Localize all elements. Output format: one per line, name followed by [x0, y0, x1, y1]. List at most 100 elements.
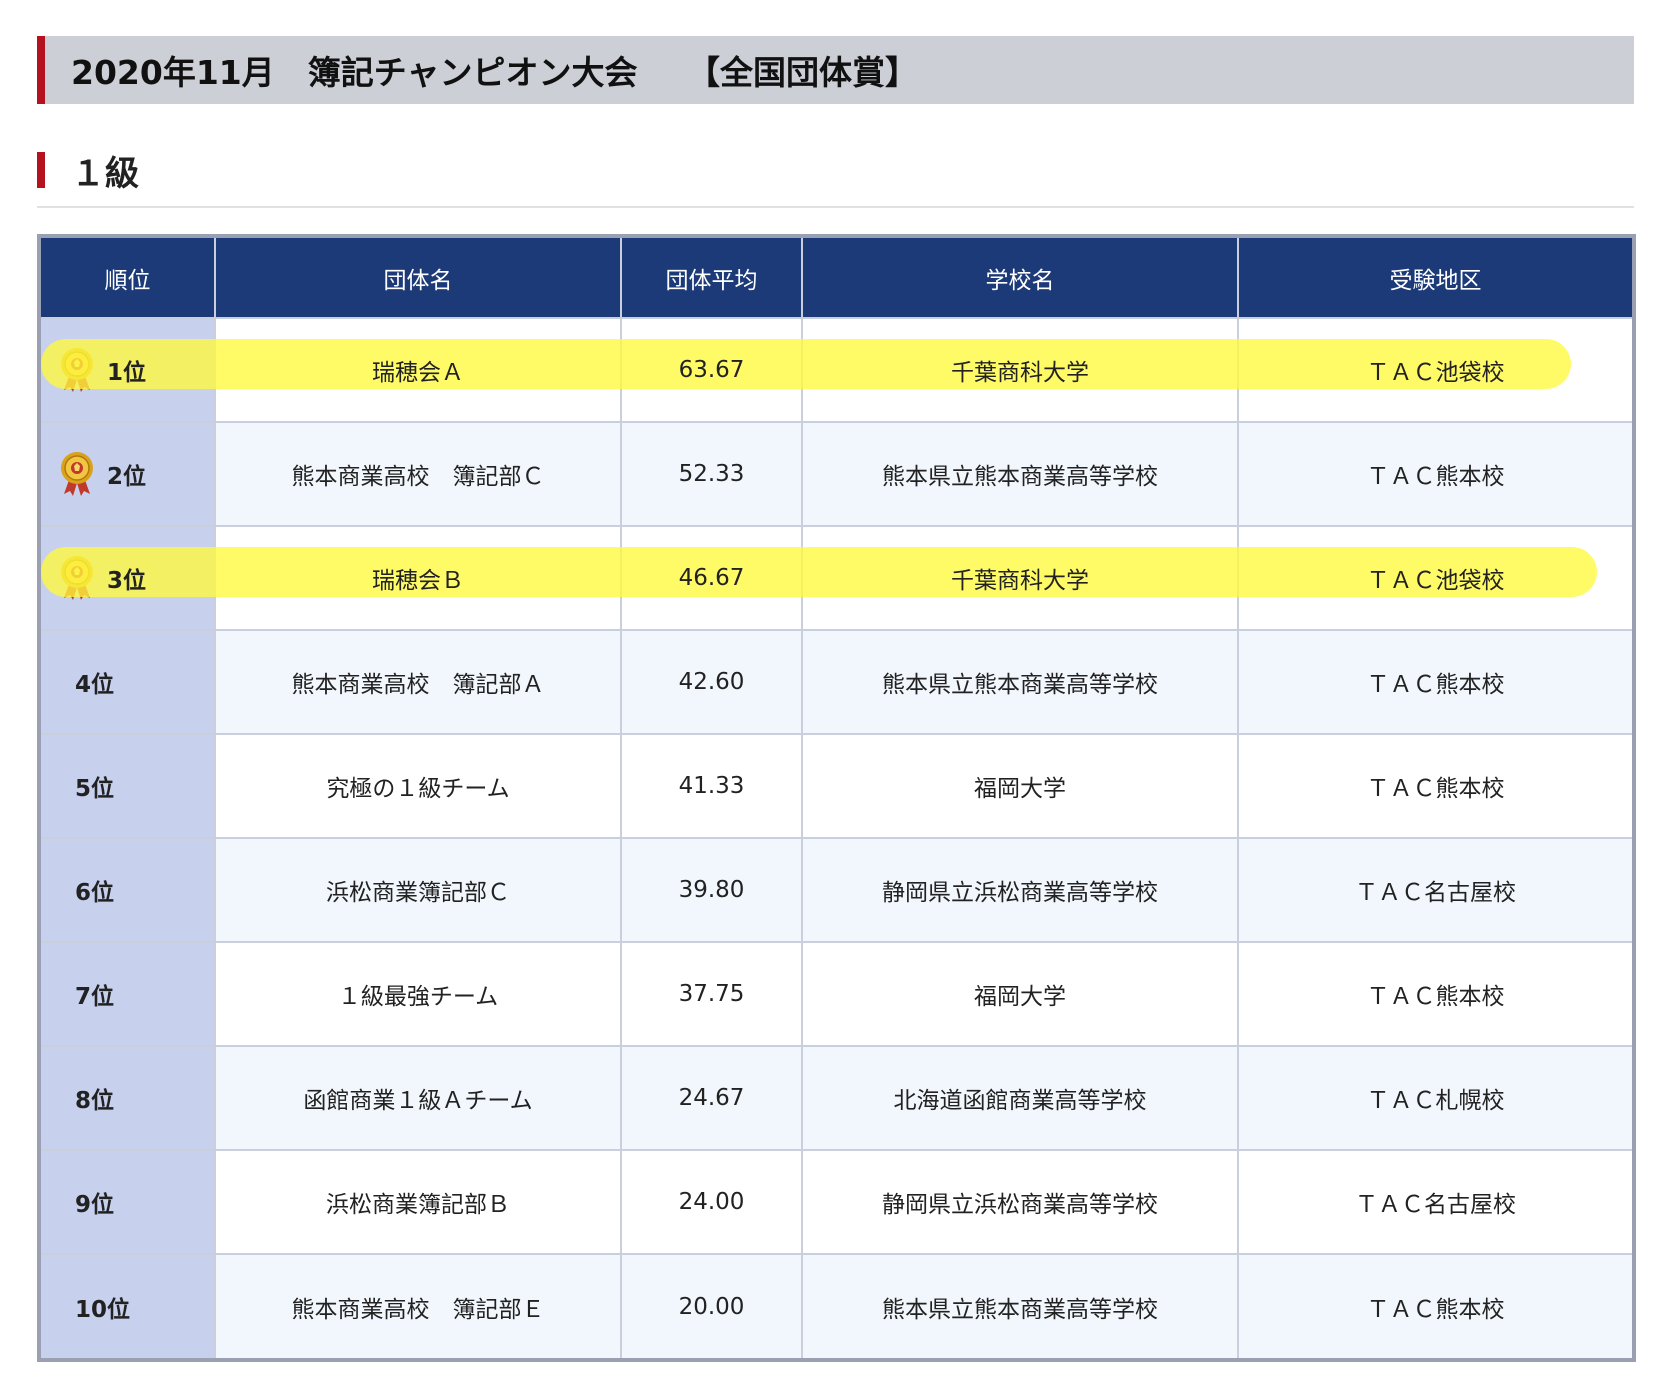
exam-area-text: ＴＡＣ名古屋校: [1355, 880, 1516, 906]
team-name-text: 浜松商業簿記部Ｂ: [326, 1192, 510, 1218]
school-name-cell: 千葉商科大学: [802, 317, 1239, 422]
rank-label: 2位: [107, 464, 147, 490]
exam-area-text: ＴＡＣ名古屋校: [1355, 1192, 1516, 1218]
table-header-row: 順位 団体名 団体平均 学校名 受験地区: [41, 238, 1632, 318]
section-heading: １級: [37, 152, 139, 194]
team-name-cell: 熊本商業高校 簿記部Ｅ: [215, 1253, 622, 1358]
school-name-cell: 福岡大学: [802, 733, 1239, 838]
school-name-text: 静岡県立浜松商業高等学校: [882, 880, 1158, 906]
table-row: 1位 瑞穂会Ａ 63.67 千葉商科大学 ＴＡＣ池袋校: [41, 317, 1632, 422]
team-average-text: 39.80: [678, 877, 745, 903]
gold-medal-icon: [59, 346, 95, 392]
team-name-text: 熊本商業高校 簿記部Ｃ: [291, 464, 545, 490]
exam-area-cell: ＴＡＣ熊本校: [1238, 421, 1632, 526]
rank-label: 3位: [107, 568, 147, 594]
school-name-text: 熊本県立熊本商業高等学校: [882, 1296, 1158, 1323]
rank-cell: 8位: [41, 1045, 216, 1150]
exam-area-cell: ＴＡＣ熊本校: [1238, 1253, 1632, 1358]
team-average-text: 46.67: [678, 565, 745, 591]
team-name-text: 瑞穂会Ｂ: [372, 568, 464, 594]
team-average-cell: 37.75: [621, 941, 803, 1046]
page-title: 2020年11月 簿記チャンピオン大会 【全国団体賞】: [37, 36, 1634, 104]
exam-area-cell: ＴＡＣ熊本校: [1238, 733, 1632, 838]
school-name-text: 静岡県立浜松商業高等学校: [882, 1192, 1158, 1218]
rank-label: 9位: [75, 1192, 115, 1218]
team-average-text: 20.00: [678, 1293, 745, 1320]
table-row: 9位 浜松商業簿記部Ｂ 24.00 静岡県立浜松商業高等学校 ＴＡＣ名古屋校: [41, 1149, 1632, 1254]
table-row: 2位 熊本商業高校 簿記部Ｃ 52.33 熊本県立熊本商業高等学校 ＴＡＣ熊本校: [41, 421, 1632, 526]
rank-cell: 3位: [41, 525, 216, 630]
table-row: 6位 浜松商業簿記部Ｃ 39.80 静岡県立浜松商業高等学校 ＴＡＣ名古屋校: [41, 837, 1632, 942]
exam-area-cell: ＴＡＣ名古屋校: [1238, 837, 1632, 942]
rank-label: 1位: [107, 360, 147, 386]
school-name-text: 千葉商科大学: [951, 568, 1089, 594]
school-name-cell: 熊本県立熊本商業高等学校: [802, 629, 1239, 734]
team-average-text: 52.33: [678, 461, 745, 487]
school-name-text: 熊本県立熊本商業高等学校: [882, 672, 1158, 698]
school-name-text: 福岡大学: [974, 776, 1066, 802]
team-name-cell: 函館商業１級Ａチーム: [215, 1045, 622, 1150]
team-average-cell: 24.00: [621, 1149, 803, 1254]
exam-area-cell: ＴＡＣ池袋校: [1238, 317, 1632, 422]
team-name-cell: 瑞穂会Ｂ: [215, 525, 622, 630]
rank-label: 7位: [75, 984, 115, 1010]
school-name-cell: 福岡大学: [802, 941, 1239, 1046]
exam-area-text: ＴＡＣ池袋校: [1366, 568, 1505, 594]
header-exam-area: 受験地区: [1238, 238, 1632, 318]
rank-label: 10位: [75, 1296, 131, 1323]
team-name-text: 熊本商業高校 簿記部Ａ: [291, 672, 545, 698]
header-school-name: 学校名: [802, 238, 1239, 318]
rank-cell: 5位: [41, 733, 216, 838]
team-average-cell: 52.33: [621, 421, 803, 526]
header-rank: 順位: [41, 238, 216, 318]
school-name-text: 千葉商科大学: [951, 360, 1089, 386]
team-name-cell: 究極の１級チーム: [215, 733, 622, 838]
table-row: 10位 熊本商業高校 簿記部Ｅ 20.00 熊本県立熊本商業高等学校 ＴＡＣ熊本校: [41, 1253, 1632, 1358]
table-row: 3位 瑞穂会Ｂ 46.67 千葉商科大学 ＴＡＣ池袋校: [41, 525, 1632, 630]
team-name-cell: 瑞穂会Ａ: [215, 317, 622, 422]
exam-area-text: ＴＡＣ札幌校: [1366, 1088, 1505, 1114]
table-row: 7位 １級最強チーム 37.75 福岡大学 ＴＡＣ熊本校: [41, 941, 1632, 1046]
team-name-cell: 熊本商業高校 簿記部Ａ: [215, 629, 622, 734]
school-name-cell: 静岡県立浜松商業高等学校: [802, 1149, 1239, 1254]
team-average-text: 37.75: [678, 981, 745, 1007]
team-average-cell: 41.33: [621, 733, 803, 838]
school-name-text: 北海道函館商業高等学校: [893, 1088, 1147, 1114]
team-average-cell: 20.00: [621, 1253, 803, 1358]
team-average-cell: 24.67: [621, 1045, 803, 1150]
rank-cell: 1位: [41, 317, 216, 422]
school-name-text: 福岡大学: [974, 984, 1066, 1010]
team-name-text: 熊本商業高校 簿記部Ｅ: [291, 1296, 545, 1323]
exam-area-text: ＴＡＣ熊本校: [1366, 776, 1505, 802]
rank-cell: 7位: [41, 941, 216, 1046]
exam-area-cell: ＴＡＣ池袋校: [1238, 525, 1632, 630]
rank-label: 5位: [75, 776, 115, 802]
school-name-cell: 熊本県立熊本商業高等学校: [802, 421, 1239, 526]
section-divider: [37, 206, 1634, 208]
rank-label: 8位: [75, 1088, 115, 1114]
team-average-cell: 39.80: [621, 837, 803, 942]
exam-area-text: ＴＡＣ熊本校: [1366, 672, 1505, 698]
team-average-text: 24.67: [678, 1085, 745, 1111]
team-name-cell: 浜松商業簿記部Ｂ: [215, 1149, 622, 1254]
team-name-cell: 浜松商業簿記部Ｃ: [215, 837, 622, 942]
team-name-text: １級最強チーム: [337, 984, 499, 1010]
exam-area-text: ＴＡＣ熊本校: [1366, 984, 1505, 1010]
page: 2020年11月 簿記チャンピオン大会 【全国団体賞】 １級 順位 団体名 団体…: [0, 0, 1668, 1391]
exam-area-cell: ＴＡＣ札幌校: [1238, 1045, 1632, 1150]
table-row: 8位 函館商業１級Ａチーム 24.67 北海道函館商業高等学校 ＴＡＣ札幌校: [41, 1045, 1632, 1150]
exam-area-text: ＴＡＣ熊本校: [1366, 464, 1505, 490]
team-average-text: 41.33: [678, 773, 745, 799]
team-average-text: 63.67: [678, 357, 745, 383]
table-row: 4位 熊本商業高校 簿記部Ａ 42.60 熊本県立熊本商業高等学校 ＴＡＣ熊本校: [41, 629, 1632, 734]
team-name-text: 究極の１級チーム: [326, 776, 510, 802]
gold-medal-icon: [59, 554, 95, 600]
rank-cell: 9位: [41, 1149, 216, 1254]
school-name-cell: 静岡県立浜松商業高等学校: [802, 837, 1239, 942]
school-name-cell: 熊本県立熊本商業高等学校: [802, 1253, 1239, 1358]
exam-area-text: ＴＡＣ熊本校: [1366, 1296, 1505, 1323]
team-average-text: 42.60: [678, 669, 745, 695]
team-average-cell: 46.67: [621, 525, 803, 630]
school-name-cell: 千葉商科大学: [802, 525, 1239, 630]
team-average-cell: 42.60: [621, 629, 803, 734]
